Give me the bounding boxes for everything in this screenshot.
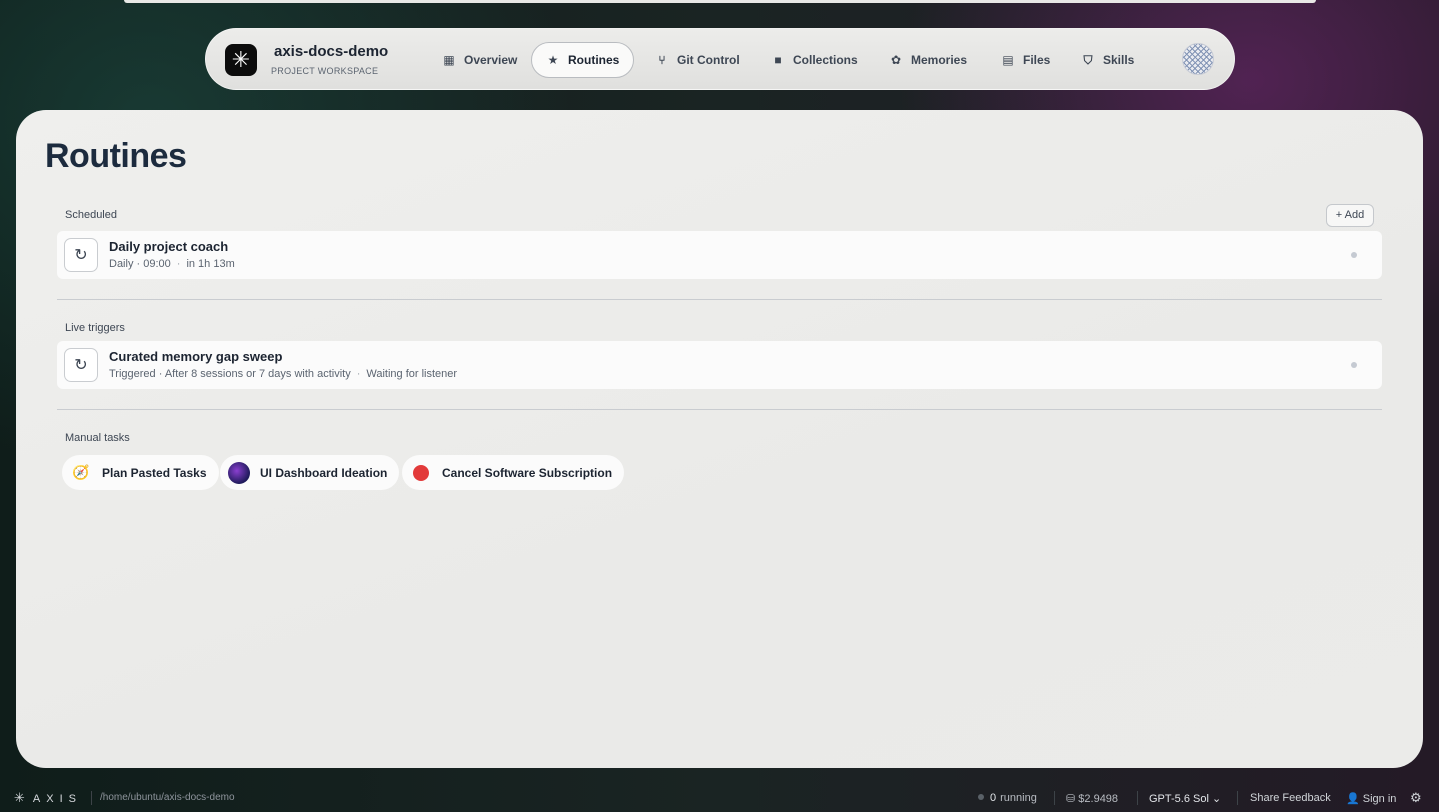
routine-meta: Triggered · After 8 sessions or 7 days w… — [109, 368, 458, 380]
manual-task-plan-pasted-tasks[interactable]: 🧭 Plan Pasted Tasks — [62, 455, 219, 490]
routine-trigger: Triggered · After 8 sessions or 7 days w… — [109, 368, 351, 380]
routine-meta: Daily · 09:00 · in 1h 13m — [109, 258, 235, 270]
running-count: 0 — [990, 792, 997, 804]
tab-label: Git Control — [677, 53, 740, 67]
gear-icon[interactable]: ⚙ — [1410, 790, 1422, 806]
file-icon: ▤ — [1002, 53, 1014, 67]
divider — [91, 791, 92, 805]
git-branch-icon: ⑂ — [658, 53, 666, 67]
tab-git-control[interactable]: ⑂ Git Control — [641, 42, 754, 78]
tab-label: Routines — [568, 53, 620, 67]
chip-label: UI Dashboard Ideation — [260, 465, 388, 480]
share-feedback-link[interactable]: Share Feedback — [1250, 792, 1331, 804]
user-icon: 👤 — [1346, 793, 1363, 805]
divider — [1137, 791, 1138, 805]
cost-display[interactable]: ⛁ $2.9498 — [1066, 792, 1118, 805]
status-dot — [1351, 362, 1357, 368]
chip-label: Cancel Software Subscription — [442, 465, 613, 480]
brain-icon: ✿ — [890, 53, 902, 67]
coins-icon: ⛁ — [1066, 793, 1079, 805]
tab-overview[interactable]: ▦ Overview — [428, 42, 531, 78]
tab-routines[interactable]: ★ Routines — [531, 42, 635, 78]
sign-in-button[interactable]: 👤 Sign in — [1346, 792, 1396, 805]
folder-icon: ■ — [774, 53, 782, 67]
brand-name: AXIS — [32, 793, 82, 805]
sign-in-label: Sign in — [1362, 793, 1397, 805]
routine-card-daily-project-coach[interactable]: ↻ Daily project coach Daily · 09:00 · in 1… — [57, 231, 1382, 279]
grid-icon: ▦ — [443, 53, 455, 67]
divider — [1054, 791, 1055, 805]
compass-icon: 🧭 — [72, 464, 90, 480]
tab-label: Overview — [464, 53, 518, 67]
routine-status: Waiting for listener — [366, 368, 458, 380]
manual-task-cancel-software-subscription[interactable]: Cancel Software Subscription — [402, 455, 625, 490]
section-scheduled: Scheduled — [65, 209, 117, 221]
model-label: GPT-5.6 Sol — [1149, 793, 1209, 805]
avatar-icon — [228, 461, 250, 484]
routine-next-run: in 1h 13m — [186, 258, 235, 270]
add-routine-button[interactable]: + Add — [1326, 204, 1374, 227]
page-title: Routines — [45, 137, 187, 175]
top-strip — [124, 0, 1316, 3]
status-dot — [1351, 252, 1357, 258]
shield-check-icon: ⛉ — [1083, 52, 1093, 67]
repeat-icon[interactable]: ↻ — [64, 238, 98, 272]
workspace-path: /home/ubuntu/axis-docs-demo — [100, 792, 235, 803]
project-subtitle: PROJECT WORKSPACE — [271, 66, 379, 76]
tab-collections[interactable]: ■ Collections — [757, 42, 872, 78]
divider — [1237, 791, 1238, 805]
running-label: running — [1000, 792, 1037, 804]
routine-title: Daily project coach — [109, 239, 229, 254]
tab-label: Files — [1023, 53, 1051, 67]
routine-schedule: Daily · 09:00 — [109, 258, 171, 270]
routine-card-curated-memory-gap-sweep[interactable]: ↻ Curated memory gap sweep Triggered · A… — [57, 341, 1382, 389]
divider — [57, 299, 1382, 300]
stop-icon — [413, 464, 429, 481]
running-indicator[interactable]: 0 running — [978, 792, 1037, 804]
section-live-triggers: Live triggers — [65, 322, 125, 334]
model-selector[interactable]: GPT-5.6 Sol ⌄ — [1149, 792, 1221, 805]
chip-label: Plan Pasted Tasks — [102, 465, 207, 480]
brand: ✳ AXIS — [14, 790, 82, 806]
tab-label: Memories — [911, 53, 968, 67]
project-name[interactable]: axis-docs-demo — [274, 43, 388, 60]
project-navbar: ✳ axis-docs-demo PROJECT WORKSPACE ▦ Ove… — [205, 28, 1235, 90]
manual-task-ui-dashboard-ideation[interactable]: UI Dashboard Ideation — [220, 455, 400, 490]
status-bar: ✳ AXIS /home/ubuntu/axis-docs-demo 0 runni… — [0, 784, 1439, 812]
user-avatar[interactable] — [1182, 43, 1214, 75]
tab-memories[interactable]: ✿ Memories — [875, 42, 981, 78]
asterisk-logo-icon[interactable]: ✳ — [225, 44, 257, 76]
repeat-icon[interactable]: ↻ — [64, 348, 98, 382]
asterisk-logo-icon: ✳ — [14, 790, 25, 805]
tab-files[interactable]: ▤ Files — [987, 42, 1064, 78]
divider — [57, 409, 1382, 410]
running-dot — [978, 794, 984, 800]
section-manual-tasks: Manual tasks — [65, 432, 130, 444]
chevron-down-icon: ⌄ — [1208, 793, 1222, 805]
star-icon: ★ — [547, 53, 559, 67]
cost-value: $2.9498 — [1078, 793, 1119, 805]
routine-title: Curated memory gap sweep — [109, 349, 283, 364]
tab-label: Collections — [793, 53, 858, 67]
main-panel: Routines Scheduled + Add ↻ Daily project… — [16, 110, 1423, 768]
tab-skills[interactable]: ⛉ Skills — [1067, 42, 1148, 78]
tab-label: Skills — [1103, 53, 1135, 67]
